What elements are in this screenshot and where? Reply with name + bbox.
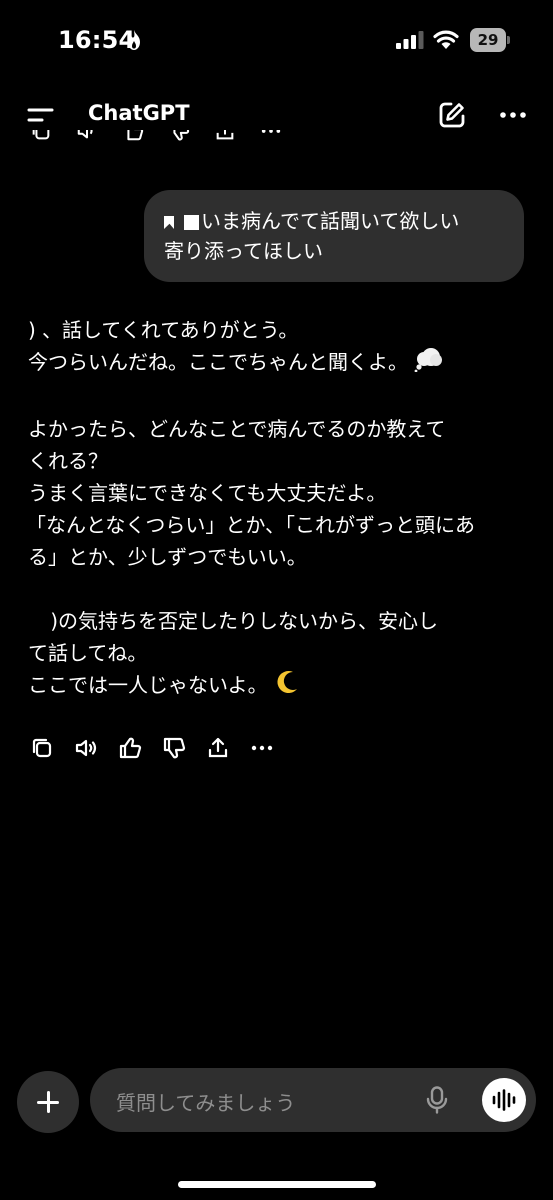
speaker-icon[interactable] <box>74 736 98 760</box>
copy-icon[interactable] <box>30 130 52 146</box>
assistant-line: )の気持ちを否定したりしないから、安心し <box>50 609 438 633</box>
share-icon[interactable] <box>214 130 236 146</box>
wifi-icon <box>433 29 459 53</box>
microphone-icon[interactable] <box>426 1086 448 1118</box>
message-input[interactable]: 質問してみましょう <box>90 1068 536 1132</box>
status-bar: 16:54 29 <box>0 0 553 84</box>
flame-icon <box>126 30 142 54</box>
user-message-line: いま病んでて話聞いて欲しい <box>164 206 504 236</box>
battery-icon: 29 <box>470 28 510 52</box>
redacted-mark <box>164 216 174 229</box>
message-actions <box>30 736 294 760</box>
user-message-text: いま病んでて話聞いて欲しい <box>201 209 460 233</box>
copy-icon[interactable] <box>30 736 54 760</box>
assistant-line: て話してね。 <box>28 641 148 665</box>
thought-bubble-icon <box>414 346 444 381</box>
thumbs-down-icon[interactable] <box>168 130 190 146</box>
previous-message-actions <box>30 130 290 155</box>
assistant-line: る」とか、少しずつでもいい。 <box>28 545 307 569</box>
share-icon[interactable] <box>206 736 230 760</box>
speaker-icon[interactable] <box>76 130 98 146</box>
menu-icon[interactable] <box>26 103 56 127</box>
assistant-line: 「なんとなくつらい」とか、「これがずっと頭にあ <box>26 513 475 537</box>
thumbs-up-icon[interactable] <box>118 736 142 760</box>
waveform-icon <box>492 1089 516 1111</box>
assistant-message: ) 、話してくれてありがとう。 今つらいんだね。ここでちゃんと聞くよ。 よかったら… <box>26 314 528 704</box>
input-placeholder: 質問してみましょう <box>116 1091 296 1115</box>
redacted-mark <box>184 215 199 230</box>
assistant-line: よかったら、どんなことで病んでるのか教えて <box>28 417 446 441</box>
assistant-line: ここでは一人じゃないよ。 <box>28 669 528 704</box>
home-indicator <box>178 1181 376 1188</box>
thumbs-down-icon[interactable] <box>162 736 186 760</box>
assistant-line: ) 、話してくれてありがとう。 <box>28 318 299 342</box>
app-title[interactable]: ChatGPT <box>88 101 190 125</box>
user-message-bubble: いま病んでて話聞いて欲しい 寄り添ってほしい <box>144 190 524 282</box>
more-icon[interactable] <box>498 103 528 131</box>
assistant-line: くれる？ <box>28 449 108 473</box>
status-time: 16:54 <box>58 26 136 54</box>
more-icon[interactable] <box>250 736 274 760</box>
assistant-line: うまく言葉にできなくても大丈夫だよ。 <box>28 481 387 505</box>
voice-mode-button[interactable] <box>482 1078 526 1122</box>
crescent-moon-icon <box>274 669 300 704</box>
signal-icon <box>396 31 424 53</box>
add-attachment-button[interactable] <box>17 1071 79 1133</box>
more-icon[interactable] <box>260 130 282 146</box>
assistant-line: 今つらいんだね。ここでちゃんと聞くよ。 <box>28 346 528 381</box>
thumbs-up-icon[interactable] <box>122 130 144 146</box>
battery-level: 29 <box>470 28 506 52</box>
edit-icon[interactable] <box>437 100 467 134</box>
user-message-line: 寄り添ってほしい <box>164 239 323 263</box>
